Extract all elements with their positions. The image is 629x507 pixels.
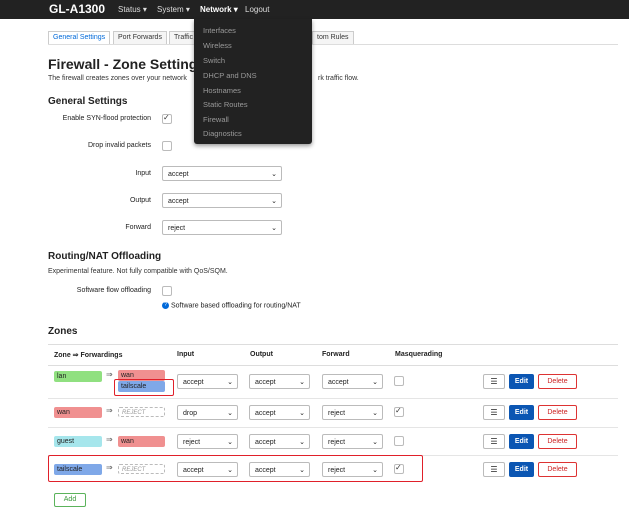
menu-logout[interactable]: Logout	[245, 0, 269, 19]
zones-heading: Zones	[48, 326, 78, 337]
dropdown-item-diagnostics[interactable]: Diagnostics	[203, 129, 242, 138]
input-policy-select[interactable]: accept ⌄	[162, 166, 282, 181]
page-description: The firewall creates zones over your net…	[48, 75, 187, 82]
syn-flood-label: Enable SYN-flood protection	[62, 115, 151, 122]
tab-general-settings[interactable]: General Settings	[48, 31, 111, 44]
tab-divider	[48, 44, 618, 45]
output-policy-select[interactable]: accept ⌄	[162, 193, 282, 208]
col-input: Input	[177, 351, 195, 358]
syn-flood-checkbox[interactable]	[162, 113, 172, 124]
delete-button[interactable]: Delete	[538, 405, 577, 420]
forward-badge-wan: wan	[118, 436, 165, 447]
dropdown-item-wireless[interactable]: Wireless	[203, 41, 232, 50]
top-navbar: GL-A1300 Status ▾ System ▾ Network ▾ Log…	[0, 0, 629, 19]
forward-policy-select[interactable]: reject ⌄	[162, 220, 282, 235]
row-divider	[48, 398, 618, 399]
menu-status[interactable]: Status ▾	[118, 0, 147, 19]
chevron-down-icon: ⌄	[271, 171, 277, 178]
chevron-down-icon: ⌄	[271, 198, 277, 205]
dropdown-item-switch[interactable]: Switch	[203, 56, 225, 65]
chevron-down-icon: ⌄	[299, 410, 305, 417]
dropdown-item-dhcp-dns[interactable]: DHCP and DNS	[203, 71, 257, 80]
menu-system[interactable]: System ▾	[157, 0, 190, 19]
software-offload-label: Software flow offloading	[76, 287, 151, 294]
edit-button[interactable]: Edit	[509, 434, 534, 449]
chevron-down-icon: ⌄	[372, 410, 378, 417]
forward-arrow-icon: ⇒	[106, 370, 113, 379]
col-output: Output	[250, 351, 273, 358]
edit-button[interactable]: Edit	[509, 405, 534, 420]
masquerading-checkbox[interactable]	[394, 436, 404, 446]
offloading-heading: Routing/NAT Offloading	[48, 251, 162, 262]
chevron-down-icon: ⌄	[372, 379, 378, 386]
col-zone-forwardings: Zone ⇒ Forwardings	[54, 352, 123, 359]
zone-badge-lan: lan	[54, 371, 102, 382]
tab-custom-rules[interactable]: tom Rules	[312, 31, 354, 44]
zone-output-select[interactable]: accept ⌄	[249, 434, 310, 449]
edit-button[interactable]: Edit	[509, 462, 534, 477]
zones-table-header: Zone ⇒ Forwardings Input Output Forward …	[48, 344, 618, 366]
zone-forward-select[interactable]: accept ⌄	[322, 374, 383, 389]
tab-port-forwards[interactable]: Port Forwards	[113, 31, 167, 44]
general-settings-heading: General Settings	[48, 96, 128, 107]
chevron-down-icon: ⌄	[227, 410, 233, 417]
zone-output-select[interactable]: accept ⌄	[249, 374, 310, 389]
output-policy-label: Output	[129, 197, 151, 204]
reorder-menu-icon[interactable]: ☰	[483, 434, 505, 449]
menu-network[interactable]: Network ▾	[200, 0, 238, 19]
caret-down-icon: ▾	[233, 5, 238, 14]
reorder-menu-icon[interactable]: ☰	[483, 374, 505, 389]
software-offload-hint: ? Software based offloading for routing/N…	[162, 302, 301, 309]
delete-button[interactable]: Delete	[538, 374, 577, 389]
page-description-tail: rk traffic flow.	[318, 75, 359, 82]
chevron-down-icon: ⌄	[227, 439, 233, 446]
zone-output-select[interactable]: accept ⌄	[249, 405, 310, 420]
zone-forward-select[interactable]: reject ⌄	[322, 405, 383, 420]
zone-badge-wan: wan	[54, 407, 102, 418]
col-forward: Forward	[322, 351, 350, 358]
chevron-down-icon: ⌄	[271, 225, 277, 232]
reorder-menu-icon[interactable]: ☰	[483, 405, 505, 420]
zone-input-select[interactable]: reject ⌄	[177, 434, 238, 449]
forward-arrow-icon: ⇒	[106, 435, 113, 444]
delete-button[interactable]: Delete	[538, 462, 577, 477]
add-zone-button[interactable]: Add	[54, 493, 86, 507]
chevron-down-icon: ⌄	[227, 379, 233, 386]
question-icon: ?	[162, 302, 169, 309]
dropdown-item-static-routes[interactable]: Static Routes	[203, 100, 248, 109]
chevron-down-icon: ⌄	[299, 439, 305, 446]
caret-down-icon: ▾	[185, 5, 190, 14]
highlight-box-tailscale-row	[48, 455, 423, 482]
forward-reject-pill: REJECT	[118, 407, 165, 417]
forward-arrow-icon: ⇒	[106, 406, 113, 415]
drop-invalid-checkbox[interactable]	[162, 141, 172, 151]
chevron-down-icon: ⌄	[372, 439, 378, 446]
caret-down-icon: ▾	[142, 5, 147, 14]
offloading-description: Experimental feature. Not fully compatib…	[48, 268, 228, 275]
forward-policy-label: Forward	[125, 224, 151, 231]
highlight-box-tailscale-forward	[114, 379, 174, 396]
zone-forward-select[interactable]: reject ⌄	[322, 434, 383, 449]
zone-input-select[interactable]: accept ⌄	[177, 374, 238, 389]
row-divider	[48, 427, 618, 428]
reorder-menu-icon[interactable]: ☰	[483, 462, 505, 477]
delete-button[interactable]: Delete	[538, 434, 577, 449]
masquerading-checkbox[interactable]	[394, 376, 404, 386]
brand-logo[interactable]: GL-A1300	[49, 2, 105, 16]
page-title: Firewall - Zone Setting	[48, 56, 198, 72]
masquerading-checkbox[interactable]	[394, 406, 404, 417]
dropdown-item-interfaces[interactable]: Interfaces	[203, 26, 236, 35]
zone-badge-guest: guest	[54, 436, 102, 447]
edit-button[interactable]: Edit	[509, 374, 534, 389]
software-offload-checkbox[interactable]	[162, 286, 172, 296]
dropdown-item-firewall[interactable]: Firewall	[203, 115, 229, 124]
chevron-down-icon: ⌄	[299, 379, 305, 386]
dropdown-item-hostnames[interactable]: Hostnames	[203, 86, 241, 95]
col-masquerading: Masquerading	[395, 351, 443, 358]
network-dropdown: Interfaces Wireless Switch DHCP and DNS …	[194, 19, 312, 144]
drop-invalid-label: Drop invalid packets	[87, 142, 151, 149]
zone-input-select[interactable]: drop ⌄	[177, 405, 238, 420]
input-policy-label: Input	[135, 170, 151, 177]
